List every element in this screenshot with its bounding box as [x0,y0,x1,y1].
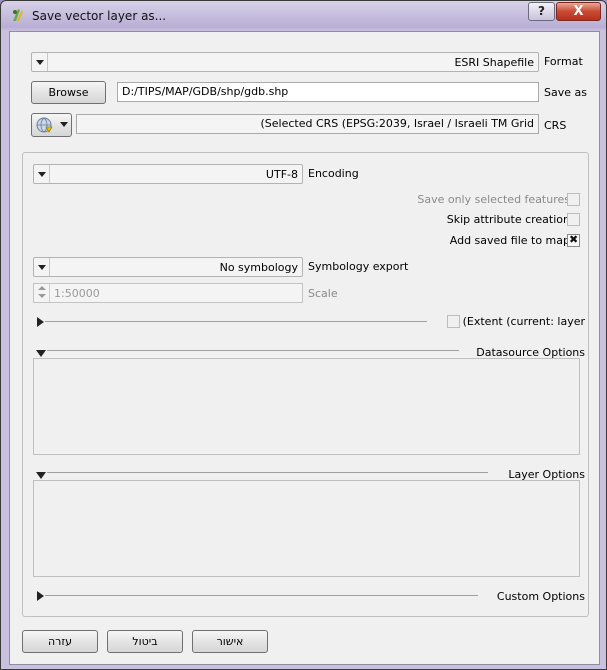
chevron-down-icon [34,258,50,276]
scale-value: 1:50000 [54,287,100,300]
scale-spinbox[interactable]: 1:50000 [33,283,303,303]
expand-extent-icon[interactable] [37,317,44,327]
cancel-button[interactable]: ביטול [107,630,183,653]
expand-custom-options-icon[interactable] [37,591,44,601]
add-saved-file-checkbox[interactable] [567,233,580,247]
title-bar[interactable]: Save vector layer as... ? X [1,1,606,31]
encoding-combo[interactable]: UTF-8 [33,164,303,184]
help-button[interactable]: עזרה [22,630,98,653]
crs-field[interactable]: (Selected CRS (EPSG:2039, Israel / Israe… [76,114,539,134]
qgis-app-icon [13,9,23,21]
symbology-combo[interactable]: No symbology [33,257,303,277]
custom-options-divider [45,595,478,596]
crs-dropdown-chevron-icon [60,122,68,127]
custom-options-label: Custom Options [496,590,585,603]
window-title: Save vector layer as... [32,9,167,23]
encoding-value: UTF-8 [265,168,298,181]
spin-down-icon [38,294,46,298]
symbology-value: No symbology [219,261,298,274]
collapse-datasource-icon[interactable] [36,350,46,357]
add-saved-file-label: Add saved file to map [449,234,570,247]
options-group: UTF-8 Encoding Save only selected featur… [22,152,589,617]
globe-icon [36,117,53,133]
scale-label: Scale [308,287,338,300]
dialog-window: Save vector layer as... ? X ESRI Shapefi… [0,0,607,670]
spin-up-icon [38,286,46,290]
collapse-layer-options-icon[interactable] [36,472,46,479]
format-combo[interactable]: ESRI Shapefile [31,52,539,72]
crs-selector-button[interactable] [31,113,72,137]
close-button[interactable]: X [556,2,601,21]
encoding-label: Encoding [308,167,359,180]
symbology-label: Symbology export [308,260,409,273]
dialog-client-area: ESRI Shapefile Format Browse D:/TIPS/MAP… [9,31,600,665]
extent-label: (Extent (current: layer [462,315,585,328]
layer-options-divider [47,472,488,473]
extent-divider [45,321,427,322]
chevron-down-icon [32,53,48,71]
format-value: ESRI Shapefile [454,56,534,69]
datasource-options-panel [33,358,580,455]
save-path-input[interactable]: D:/TIPS/MAP/GDB/shp/gdb.shp [117,82,539,102]
skip-attribute-checkbox[interactable] [567,213,580,226]
datasource-divider [47,350,459,351]
help-title-button[interactable]: ? [528,2,555,21]
spin-arrows[interactable] [34,284,50,302]
layer-options-panel [33,480,580,577]
chevron-down-icon [34,165,50,183]
extent-checkbox[interactable] [447,315,460,328]
save-only-selected-checkbox[interactable] [567,193,580,206]
ok-button[interactable]: אישור [192,630,268,653]
format-label: Format [544,55,583,68]
browse-button[interactable]: Browse [31,81,106,104]
crs-label: CRS [544,119,567,132]
save-only-selected-label: Save only selected features [417,193,570,206]
skip-attribute-label: Skip attribute creation [446,213,570,226]
save-as-label: Save as [544,86,587,99]
